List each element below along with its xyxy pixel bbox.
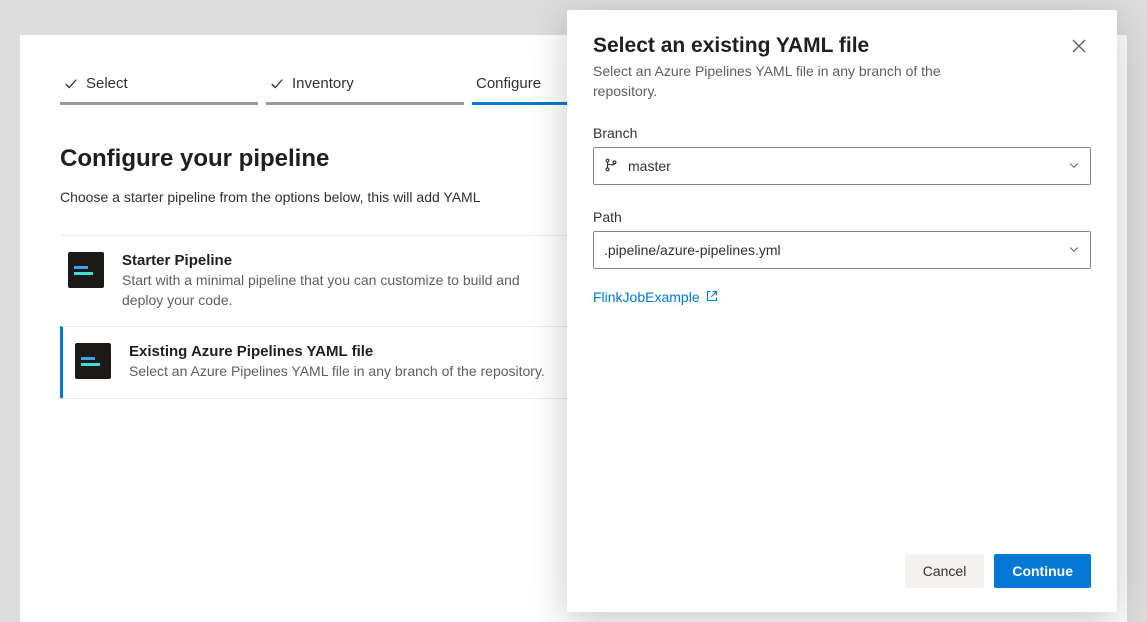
step-label: Select xyxy=(86,75,128,92)
path-value: .pipeline/azure-pipelines.yml xyxy=(604,242,781,258)
checkmark-icon xyxy=(270,77,284,91)
step-label: Inventory xyxy=(292,75,354,92)
pipeline-icon xyxy=(75,343,111,379)
dialog-subtitle: Select an Azure Pipelines YAML file in a… xyxy=(593,62,993,101)
close-icon xyxy=(1071,42,1087,57)
step-label: Configure xyxy=(476,75,541,92)
link-label: FlinkJobExample xyxy=(593,289,700,305)
option-desc: Start with a minimal pipeline that you c… xyxy=(122,271,542,310)
continue-button[interactable]: Continue xyxy=(994,554,1091,588)
step-inventory[interactable]: Inventory xyxy=(266,75,464,105)
select-yaml-dialog: Select an existing YAML file Select an A… xyxy=(567,10,1117,612)
dialog-footer: Cancel Continue xyxy=(593,554,1091,588)
chevron-down-icon xyxy=(1068,242,1080,258)
branch-label: Branch xyxy=(593,125,1091,141)
branch-value: master xyxy=(628,158,671,174)
path-field: Path .pipeline/azure-pipelines.yml xyxy=(593,209,1091,269)
option-title: Existing Azure Pipelines YAML file xyxy=(129,343,545,360)
branch-icon xyxy=(604,158,618,175)
option-title: Starter Pipeline xyxy=(122,252,542,269)
repo-link[interactable]: FlinkJobExample xyxy=(593,289,1091,305)
branch-field: Branch master xyxy=(593,125,1091,185)
branch-select[interactable]: master xyxy=(593,147,1091,185)
close-button[interactable] xyxy=(1067,34,1091,61)
dialog-title: Select an existing YAML file xyxy=(593,34,993,58)
option-desc: Select an Azure Pipelines YAML file in a… xyxy=(129,362,545,382)
path-select[interactable]: .pipeline/azure-pipelines.yml xyxy=(593,231,1091,269)
path-label: Path xyxy=(593,209,1091,225)
cancel-button[interactable]: Cancel xyxy=(905,554,985,588)
checkmark-icon xyxy=(64,77,78,91)
external-link-icon xyxy=(706,289,718,305)
step-select[interactable]: Select xyxy=(60,75,258,105)
chevron-down-icon xyxy=(1068,158,1080,174)
pipeline-icon xyxy=(68,252,104,288)
